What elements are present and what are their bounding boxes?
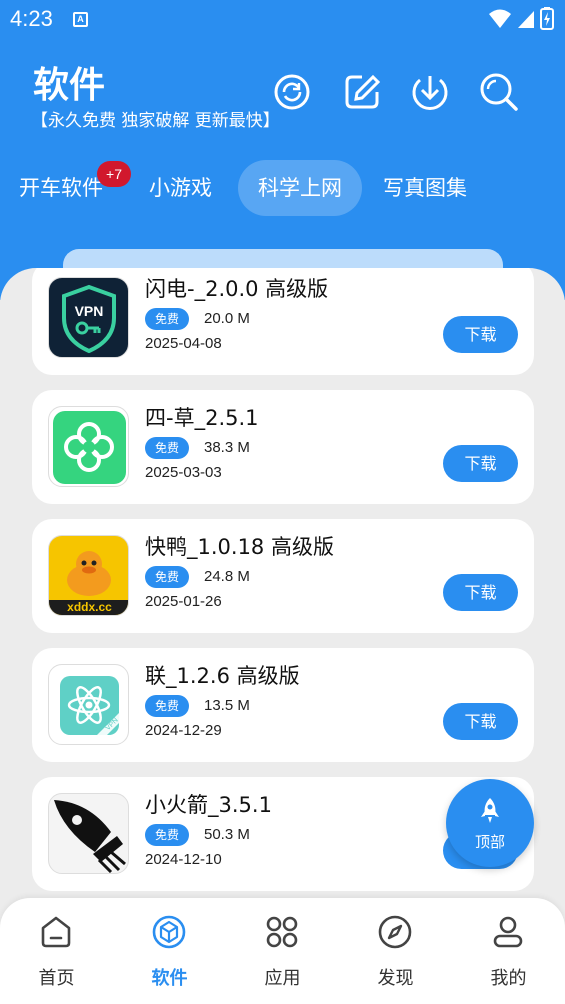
nav-profile[interactable]: 我的 [452, 898, 565, 1004]
download-button[interactable]: 下载 [443, 574, 518, 611]
app-icon: xddx.cc [48, 535, 129, 616]
app-name: 闪电-_2.0.0 高级版 [145, 277, 329, 301]
page-title: 软件 [33, 65, 106, 106]
free-tag: 免费 [145, 437, 189, 459]
app-date: 2024-12-10 [145, 851, 222, 868]
icon-caption: xddx.cc [67, 600, 112, 614]
app-list: VPN 闪电-_2.0.0 高级版 免费 20.0 M 2025-04-08 下… [0, 268, 565, 1004]
atom-vpn-icon [60, 676, 119, 735]
signal-icon [518, 11, 534, 28]
apps-grid-icon [266, 916, 298, 948]
vpn-shield-icon: VPN [62, 284, 116, 354]
free-tag: 免费 [145, 695, 189, 717]
edit-button[interactable] [342, 72, 382, 112]
nav-label: 首页 [38, 968, 75, 989]
app-name: 小火箭_3.5.1 [145, 793, 272, 817]
free-tag: 免费 [145, 824, 189, 846]
edit-icon [345, 74, 381, 109]
download-button[interactable]: 下载 [443, 703, 518, 740]
battery-icon [540, 7, 554, 30]
list-item[interactable]: 四-草_2.5.1 免费 38.3 M 2025-03-03 下载 [32, 390, 534, 504]
search-icon [480, 73, 518, 111]
nav-apps[interactable]: 应用 [226, 898, 339, 1004]
app-icon [48, 406, 129, 487]
user-icon [493, 916, 523, 948]
back-to-top-label: 顶部 [474, 833, 505, 851]
nav-home[interactable]: 首页 [0, 898, 113, 1004]
rocket-icon [481, 798, 499, 823]
clover-icon [53, 411, 126, 484]
list-item[interactable]: xddx.cc 快鸭_1.0.18 高级版 免费 24.8 M 2025-01-… [32, 519, 534, 633]
tab-badge: +7 [97, 161, 131, 187]
download-button[interactable]: 下载 [443, 445, 518, 482]
app-date: 2025-04-08 [145, 335, 222, 352]
free-tag: 免费 [145, 308, 189, 330]
app-size: 24.8 M [204, 568, 250, 585]
nav-software[interactable]: 软件 [113, 898, 226, 1004]
app-icon: VPN [48, 277, 129, 358]
bottom-nav: 首页 软件 应用 发现 我的 [0, 898, 565, 1004]
download-button[interactable]: 下载 [443, 316, 518, 353]
cube-icon [152, 915, 186, 949]
app-size: 13.5 M [204, 697, 250, 714]
tab-photos[interactable]: 写真图集 [383, 160, 467, 216]
app-size: 20.0 M [204, 310, 250, 327]
list-item[interactable]: VPN 闪电-_2.0.0 高级版 免费 20.0 M 2025-04-08 下… [32, 268, 534, 375]
download-icon [412, 76, 448, 110]
app-size: 50.3 M [204, 826, 250, 843]
app-icon: VPN [48, 664, 129, 745]
app-name: 快鸭_1.0.18 高级版 [145, 535, 334, 559]
nav-label: 软件 [151, 968, 188, 989]
nav-label: 发现 [377, 968, 414, 989]
tab-science[interactable]: 科学上网 [238, 160, 362, 216]
status-time: 4:23 [10, 6, 53, 31]
nav-label: 应用 [264, 968, 301, 989]
app-name: 四-草_2.5.1 [145, 406, 259, 430]
app-date: 2024-12-29 [145, 722, 222, 739]
refresh-button[interactable] [272, 72, 312, 112]
refresh-icon [274, 74, 310, 110]
download-button[interactable] [410, 72, 450, 112]
rocket-icon [54, 800, 126, 873]
page-subtitle: 【永久免费 独家破解 更新最快】 [31, 111, 280, 131]
free-tag: 免费 [145, 566, 189, 588]
tab-kaiche[interactable]: 开车软件 [19, 160, 103, 216]
svg-text:VPN: VPN [75, 303, 104, 319]
app-size: 38.3 M [204, 439, 250, 456]
nav-label: 我的 [490, 968, 527, 989]
tab-games[interactable]: 小游戏 [149, 160, 212, 216]
compass-icon [378, 915, 412, 949]
app-icon [48, 793, 129, 874]
nav-discover[interactable]: 发现 [339, 898, 452, 1004]
app-date: 2025-01-26 [145, 593, 222, 610]
back-to-top-button[interactable]: 顶部 [446, 779, 534, 867]
status-indicators [489, 7, 554, 30]
list-item[interactable]: VPN 联_1.2.6 高级版 免费 13.5 M 2024-12-29 下载 [32, 648, 534, 762]
app-name: 联_1.2.6 高级版 [145, 664, 300, 688]
status-bar: 4:23 A [0, 0, 565, 38]
wifi-icon [489, 9, 511, 28]
notification-app-icon: A [73, 12, 88, 27]
home-icon [41, 916, 71, 948]
search-button[interactable] [479, 72, 519, 112]
app-date: 2025-03-03 [145, 464, 222, 481]
